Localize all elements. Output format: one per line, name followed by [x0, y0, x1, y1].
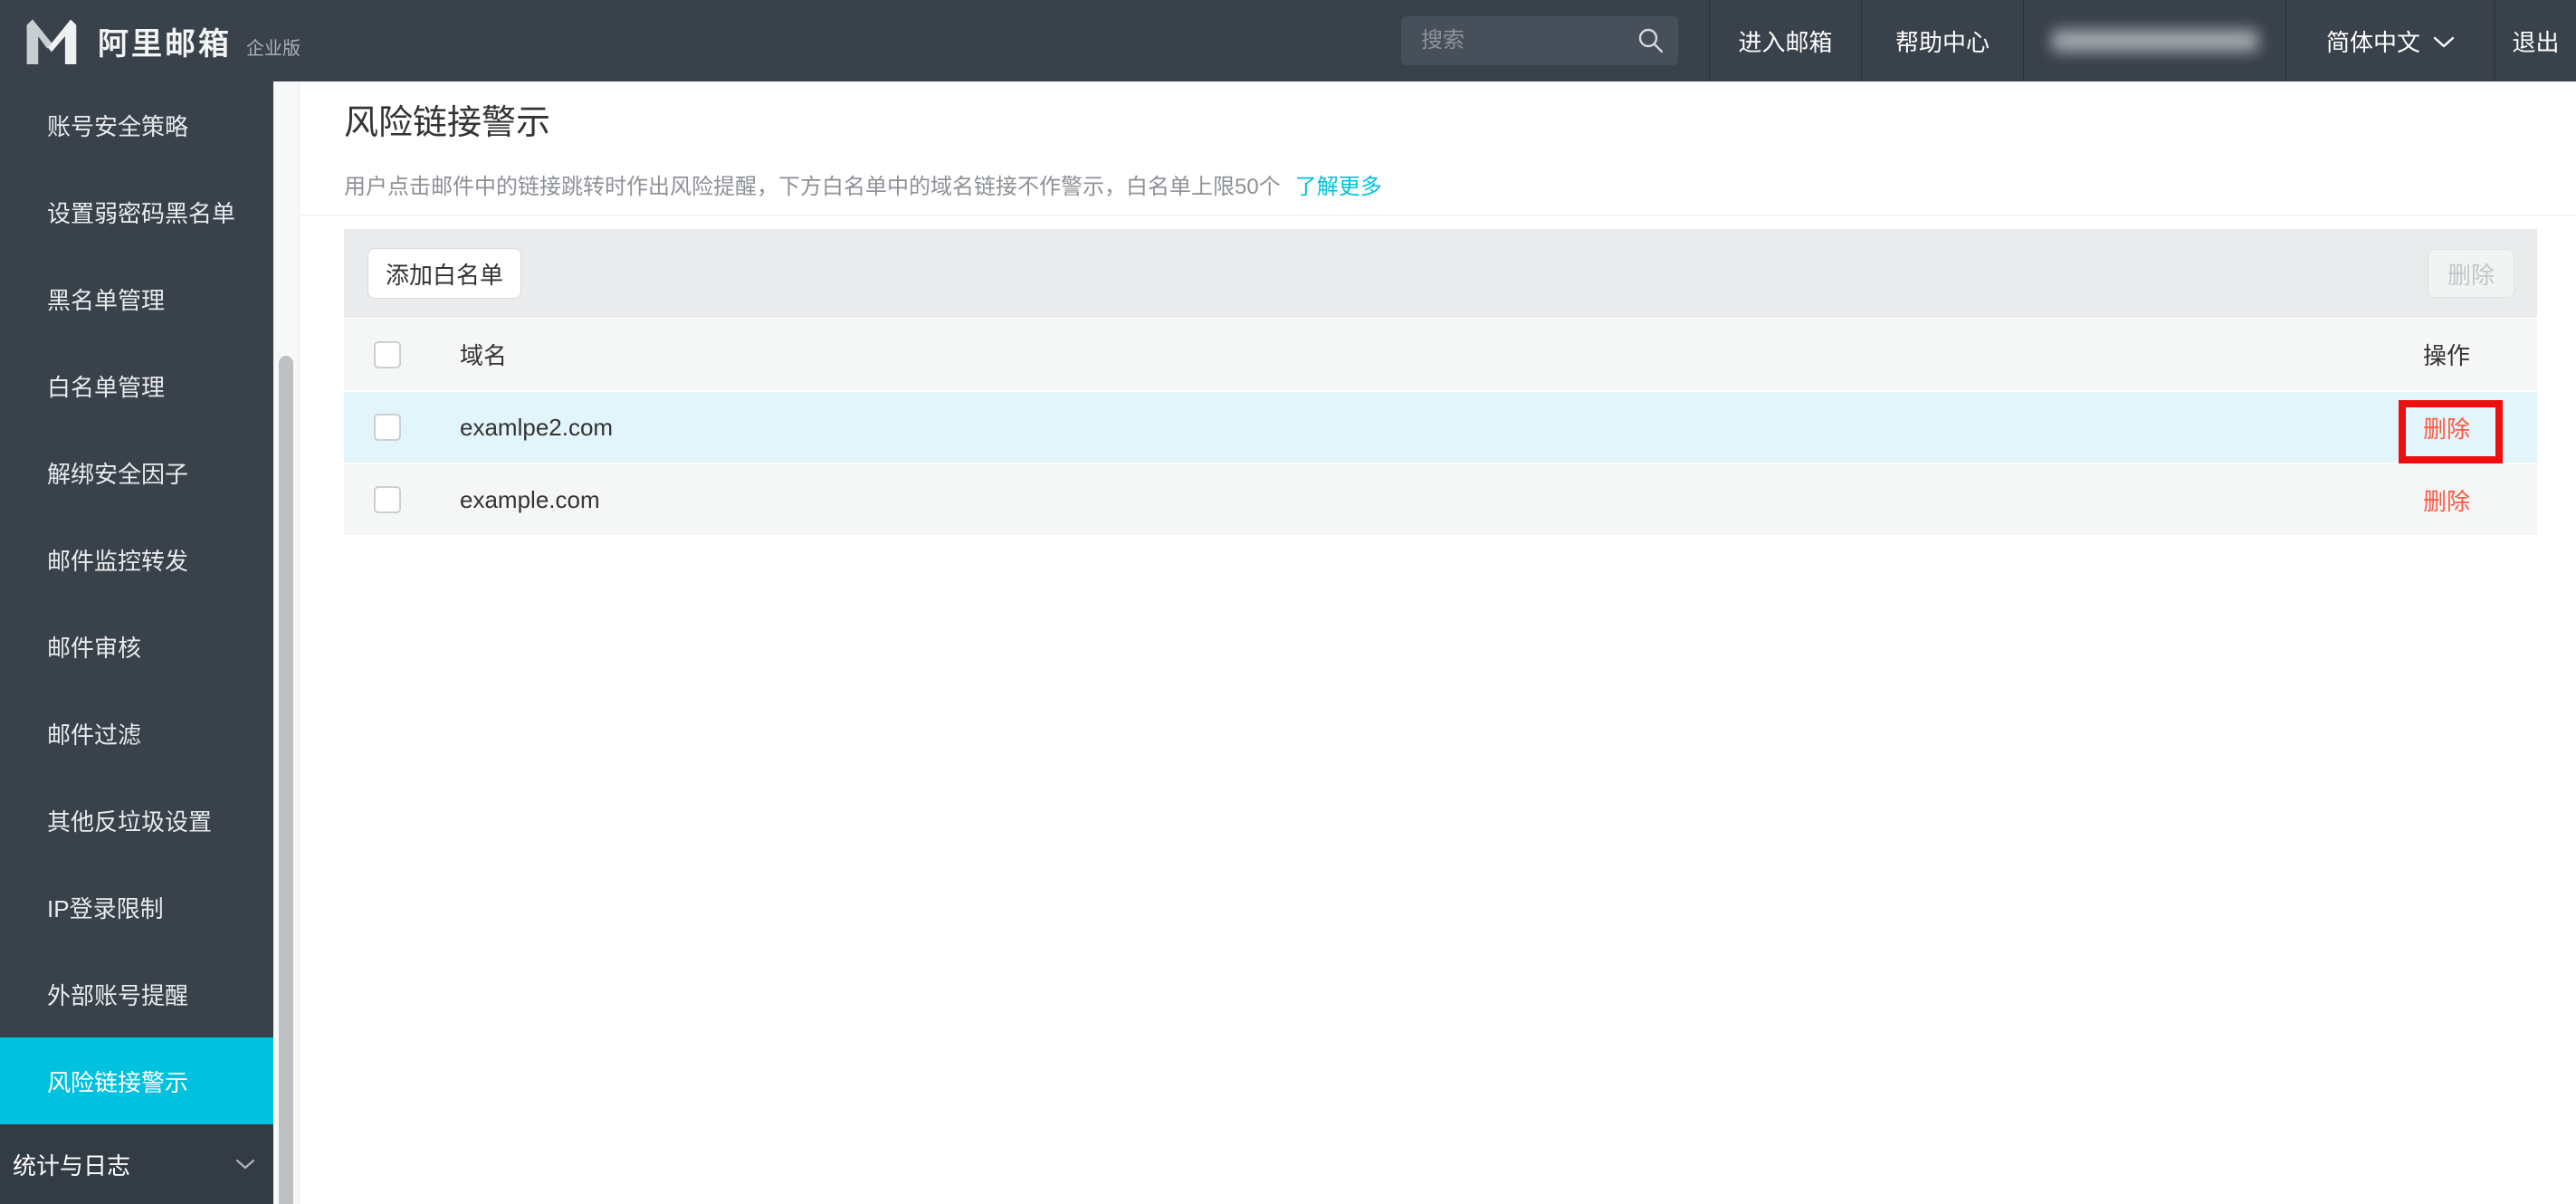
chevron-down-icon	[2433, 36, 2455, 48]
row-checkbox[interactable]	[374, 414, 401, 441]
sidebar-item-label: 解绑安全因子	[47, 460, 189, 488]
row-checkbox[interactable]	[374, 486, 401, 513]
page-title: 风险链接警示	[344, 104, 551, 142]
delete-button-disabled[interactable]: 删除	[2428, 249, 2514, 298]
sidebar-item-label: 邮件过滤	[47, 721, 142, 749]
page-header-section: 风险链接警示 用户点击邮件中的链接跳转时作出风险提醒，下方白名单中的域名链接不作…	[300, 81, 2576, 215]
brand-title: 阿里邮箱	[98, 26, 232, 62]
header-search	[1401, 16, 1678, 65]
sidebar-scrollbar-thumb[interactable]	[279, 356, 293, 1204]
sidebar-item-label: 其他反垃圾设置	[47, 807, 213, 836]
chevron-down-icon	[235, 1159, 255, 1169]
table-toolbar: 添加白名单 删除	[344, 229, 2537, 318]
top-bar: 阿里邮箱 企业版 进入邮箱 帮助中心 简体中文 退出	[0, 0, 2576, 81]
whitelist-table: 添加白名单 删除 域名 操作 examlpe2.com 删除 example.c…	[344, 229, 2537, 535]
sidebar-item-label: 白名单管理	[47, 373, 166, 401]
select-all-checkbox[interactable]	[374, 340, 401, 368]
brand-edition-badge: 企业版	[246, 38, 301, 59]
sidebar-item-whitelist-management[interactable]: 白名单管理	[0, 342, 273, 429]
search-icon[interactable]	[1636, 26, 1665, 55]
sidebar-item-weak-password-blacklist[interactable]: 设置弱密码黑名单	[0, 168, 273, 255]
sidebar-item-label: 设置弱密码黑名单	[47, 199, 236, 227]
sidebar-item-label: 邮件监控转发	[47, 547, 189, 575]
sidebar-item-label: 黑名单管理	[47, 286, 166, 314]
menu-enter-mailbox-label: 进入邮箱	[1738, 28, 1833, 56]
sidebar-group-statistics-logs[interactable]: 统计与日志	[0, 1124, 273, 1204]
account-email-blurred	[2051, 30, 2258, 52]
sidebar-item-external-account-reminder[interactable]: 外部账号提醒	[0, 951, 273, 1037]
menu-language-label: 简体中文	[2325, 28, 2420, 56]
table-header-row: 域名 操作	[344, 319, 2537, 390]
sidebar-item-account-security-policy[interactable]: 账号安全策略	[0, 81, 273, 168]
add-whitelist-button[interactable]: 添加白名单	[367, 248, 521, 299]
menu-language[interactable]: 简体中文	[2285, 0, 2495, 81]
table-row: example.com 删除	[344, 464, 2537, 535]
delete-link[interactable]: 删除	[2423, 416, 2470, 443]
learn-more-link[interactable]: 了解更多	[1295, 175, 1382, 199]
sidebar-item-other-antispam[interactable]: 其他反垃圾设置	[0, 777, 273, 864]
menu-help-center-label: 帮助中心	[1894, 28, 1989, 56]
app-screen: 阿里邮箱 企业版 进入邮箱 帮助中心 简体中文 退出	[0, 0, 2576, 1204]
page-description: 用户点击邮件中的链接跳转时作出风险提醒，下方白名单中的域名链接不作警示，白名单上…	[344, 168, 1382, 200]
menu-logout-label: 退出	[2512, 28, 2560, 56]
sidebar-item-mail-review[interactable]: 邮件审核	[0, 603, 273, 690]
sidebar-item-blacklist-management[interactable]: 黑名单管理	[0, 255, 273, 342]
page-description-text: 用户点击邮件中的链接跳转时作出风险提醒，下方白名单中的域名链接不作警示，白名单上…	[344, 175, 1281, 199]
sidebar-item-ip-login-limit[interactable]: IP登录限制	[0, 864, 273, 951]
sidebar-item-risk-link-warning[interactable]: 风险链接警示	[0, 1037, 273, 1124]
sidebar-item-label: IP登录限制	[47, 894, 164, 922]
brand-logo[interactable]: 阿里邮箱 企业版	[24, 0, 301, 81]
delete-link[interactable]: 删除	[2423, 488, 2470, 515]
column-header-action: 操作	[2422, 342, 2470, 369]
sidebar-item-label: 风险链接警示	[47, 1068, 189, 1096]
sidebar-group-label: 统计与日志	[13, 1151, 131, 1180]
table-row: examlpe2.com 删除	[344, 392, 2537, 463]
column-header-domain: 域名	[460, 342, 508, 369]
menu-enter-mailbox[interactable]: 进入邮箱	[1709, 0, 1861, 81]
alimail-logo-icon	[26, 19, 77, 65]
menu-help-center[interactable]: 帮助中心	[1861, 0, 2023, 81]
sidebar-nav: 账号安全策略 设置弱密码黑名单 黑名单管理 白名单管理 解绑安全因子 邮件监控转…	[0, 81, 273, 1204]
domain-cell: examlpe2.com	[460, 413, 614, 441]
sidebar-item-label: 账号安全策略	[47, 112, 189, 140]
menu-account[interactable]	[2023, 0, 2285, 81]
sidebar-item-label: 外部账号提醒	[47, 981, 189, 1009]
menu-logout[interactable]: 退出	[2495, 0, 2576, 81]
main-content: 风险链接警示 用户点击邮件中的链接跳转时作出风险提醒，下方白名单中的域名链接不作…	[300, 81, 2576, 1204]
sidebar-item-label: 邮件审核	[47, 634, 142, 662]
sidebar-item-mail-filter[interactable]: 邮件过滤	[0, 690, 273, 777]
sidebar-item-mail-monitor-forward[interactable]: 邮件监控转发	[0, 516, 273, 603]
domain-cell: example.com	[460, 485, 600, 513]
sidebar-item-unbind-security-factor[interactable]: 解绑安全因子	[0, 429, 273, 516]
